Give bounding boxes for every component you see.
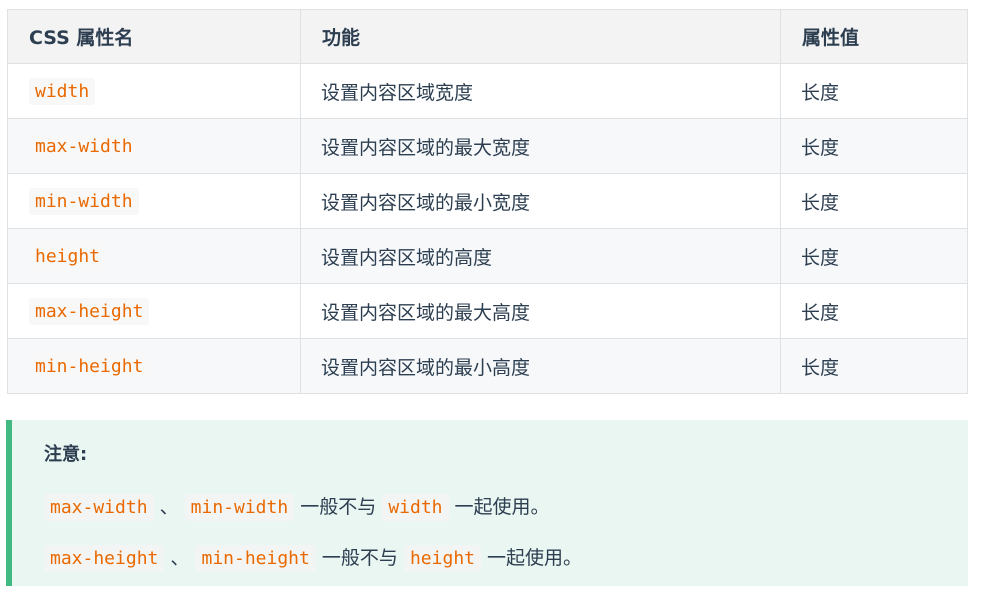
header-property-value: 属性值 xyxy=(780,9,968,64)
tip-text: 一般不与 xyxy=(300,496,377,518)
property-cell: height xyxy=(7,228,301,284)
value-cell: 长度 xyxy=(780,118,968,174)
inline-code: min-height xyxy=(195,545,316,572)
value-cell: 长度 xyxy=(780,338,968,394)
property-cell: max-width xyxy=(7,118,301,174)
property-code: max-height xyxy=(29,298,150,325)
header-function: 功能 xyxy=(300,9,781,64)
tip-line-width: max-width 、 min-width 一般不与 width 一起使用。 xyxy=(44,492,550,521)
tip-text: 一起使用。 xyxy=(487,547,583,569)
property-cell: min-height xyxy=(7,338,301,394)
inline-code: height xyxy=(403,545,481,572)
tip-line-height: max-height 、 min-height 一般不与 height 一起使用… xyxy=(44,543,583,572)
property-cell: min-width xyxy=(7,173,301,229)
property-code: max-width xyxy=(29,133,139,160)
inline-code: min-width xyxy=(184,494,295,521)
table-row: width 设置内容区域宽度 长度 xyxy=(7,63,968,119)
tip-text: 一般不与 xyxy=(321,547,398,569)
value-cell: 长度 xyxy=(780,173,968,229)
table-row: height 设置内容区域的高度 长度 xyxy=(7,228,968,284)
css-size-properties-table: CSS 属性名 功能 属性值 width 设置内容区域宽度 长度 max-wid… xyxy=(7,9,968,394)
function-cell: 设置内容区域宽度 xyxy=(300,63,781,119)
separator-text: 、 xyxy=(170,547,190,569)
table-body: width 设置内容区域宽度 长度 max-width 设置内容区域的最大宽度 … xyxy=(7,63,968,394)
property-code: width xyxy=(29,78,96,105)
function-cell: 设置内容区域的最大高度 xyxy=(300,283,781,339)
value-cell: 长度 xyxy=(780,228,968,284)
value-cell: 长度 xyxy=(780,63,968,119)
table-row: min-width 设置内容区域的最小宽度 长度 xyxy=(7,173,968,229)
document-page: CSS 属性名 功能 属性值 width 设置内容区域宽度 长度 max-wid… xyxy=(0,0,981,596)
inline-code: max-height xyxy=(44,545,165,572)
table-header: CSS 属性名 功能 属性值 xyxy=(7,9,968,64)
header-css-property-name: CSS 属性名 xyxy=(7,9,301,64)
property-cell: width xyxy=(7,63,301,119)
separator-text: 、 xyxy=(159,496,179,518)
value-cell: 长度 xyxy=(780,283,968,339)
function-cell: 设置内容区域的最大宽度 xyxy=(300,118,781,174)
property-code: min-width xyxy=(29,188,139,215)
tip-callout: 注意: max-width 、 min-width 一般不与 width 一起使… xyxy=(6,420,968,586)
function-cell: 设置内容区域的高度 xyxy=(300,228,781,284)
tip-text: 一起使用。 xyxy=(454,496,550,518)
property-code: min-height xyxy=(29,353,150,380)
table-row: min-height 设置内容区域的最小高度 长度 xyxy=(7,338,968,394)
function-cell: 设置内容区域的最小高度 xyxy=(300,338,781,394)
inline-code: max-width xyxy=(44,494,154,521)
table-header-row: CSS 属性名 功能 属性值 xyxy=(7,9,968,64)
inline-code: width xyxy=(382,494,449,521)
property-cell: max-height xyxy=(7,283,301,339)
table-row: max-width 设置内容区域的最大宽度 长度 xyxy=(7,118,968,174)
property-code: height xyxy=(29,243,107,270)
table-row: max-height 设置内容区域的最大高度 长度 xyxy=(7,283,968,339)
tip-title: 注意: xyxy=(44,444,88,465)
function-cell: 设置内容区域的最小宽度 xyxy=(300,173,781,229)
